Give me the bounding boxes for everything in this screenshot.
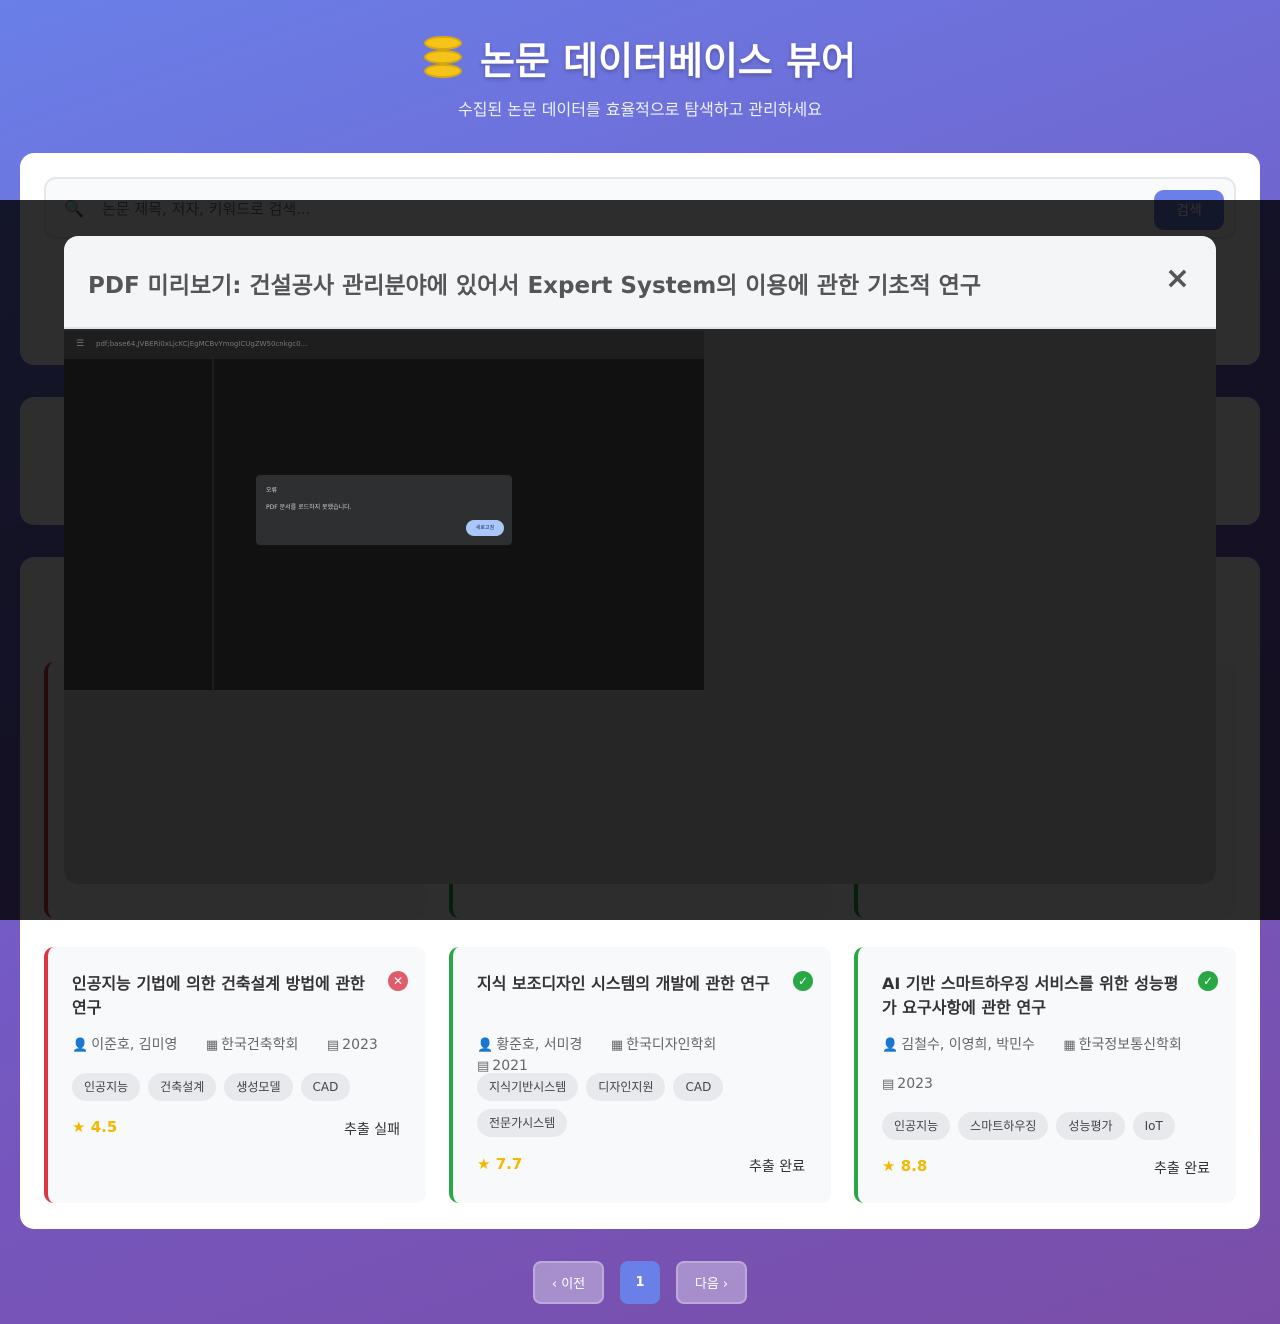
paper-meta: 👤 이준호, 김미영 ▦ 한국건축학회 ▤ 2023 (72, 1035, 412, 1056)
pdf-sidebar-divider (212, 359, 214, 690)
pdf-preview-modal: PDF 미리보기: 건설공사 관리분야에 있어서 Expert System의 … (64, 236, 1216, 884)
paper-publisher: 한국디자인학회 (626, 1037, 717, 1053)
calendar-icon: ▤ (326, 1038, 340, 1053)
tag[interactable]: 디자인지원 (586, 1073, 666, 1101)
tag[interactable]: 인공지능 (72, 1073, 141, 1101)
tag[interactable]: 성능평가 (1056, 1112, 1125, 1140)
title-row: 논문 데이터베이스 뷰어 (0, 30, 1280, 85)
paper-authors: 황준호, 서미경 (496, 1037, 583, 1053)
page-subtitle: 수집된 논문 데이터를 효율적으로 탐색하고 관리하세요 (458, 100, 822, 119)
paper-year: 2023 (897, 1076, 933, 1092)
x-circle-icon: ✕ (388, 971, 408, 991)
tag[interactable]: 인공지능 (882, 1112, 951, 1140)
paper-status: 추출 완료 (1154, 1161, 1210, 1177)
paper-rating: ★ 4.5 (72, 1118, 117, 1136)
error-dialog: 오류 PDF 문서를 로드하지 못했습니다. 새로고침 (256, 475, 512, 545)
paper-meta-year: ▤ 2023 (882, 1074, 1222, 1095)
paper-meta: 👤 김철수, 이영희, 박민수 ▦ 한국정보통신학회 (882, 1035, 1222, 1056)
star-icon: ★ (882, 1157, 896, 1175)
paper-title[interactable]: 인공지능 기법에 의한 건축설계 방법에 관한 연구 (72, 972, 372, 1020)
paper-publisher: 한국정보통신학회 (1078, 1037, 1182, 1053)
error-message: PDF 문서를 로드하지 못했습니다. (266, 504, 352, 511)
prev-page-button[interactable]: ‹ 이전 (533, 1261, 604, 1304)
tag[interactable]: CAD (300, 1073, 351, 1101)
calendar-icon: ▤ (882, 1077, 895, 1092)
star-icon: ★ (72, 1118, 86, 1136)
building-icon: ▦ (1063, 1038, 1076, 1053)
paper-title[interactable]: 지식 보조디자인 시스템의 개발에 관한 연구 (477, 972, 777, 996)
calendar-icon: ▤ (477, 1059, 490, 1074)
tag[interactable]: 지식기반시스템 (477, 1073, 579, 1101)
tag[interactable]: 건축설계 (148, 1073, 217, 1101)
close-icon[interactable]: × (1165, 264, 1190, 294)
tag[interactable]: 스마트하우징 (958, 1112, 1049, 1140)
building-icon: ▦ (610, 1038, 624, 1053)
paper-title[interactable]: AI 기반 스마트하우징 서비스를 위한 성능평가 요구사항에 관한 연구 (882, 972, 1182, 1020)
paper-status: 추출 실패 (344, 1122, 400, 1138)
paper-meta: 👤 황준호, 서미경 ▦ 한국디자인학회 ▤ 2021 (477, 1035, 817, 1077)
page-header: 논문 데이터베이스 뷰어 수집된 논문 데이터를 효율적으로 탐색하고 관리하세… (0, 0, 1280, 150)
user-icon: 👤 (477, 1038, 494, 1053)
paper-publisher: 한국건축학회 (221, 1037, 299, 1053)
paper-authors: 이준호, 김미영 (91, 1037, 178, 1053)
pagination: ‹ 이전 1 다음 › (0, 1261, 1280, 1304)
paper-year: 2023 (342, 1037, 378, 1053)
modal-header: PDF 미리보기: 건설공사 관리분야에 있어서 Expert System의 … (64, 236, 1216, 329)
paper-tags: 인공지능 건축설계 생성모델 CAD (72, 1073, 412, 1101)
paper-year: 2021 (492, 1058, 528, 1074)
user-icon: 👤 (72, 1038, 89, 1053)
paper-card[interactable]: 지식 보조디자인 시스템의 개발에 관한 연구 ✓ 👤 황준호, 서미경 ▦ 한국디… (449, 947, 831, 1203)
tag[interactable]: CAD (673, 1073, 724, 1101)
page-number-button[interactable]: 1 (620, 1261, 660, 1304)
error-title: 오류 (266, 487, 278, 494)
paper-tags: 인공지능 스마트하우징 성능평가 IoT (882, 1112, 1222, 1140)
tag[interactable]: 생성모델 (224, 1073, 293, 1101)
reload-button[interactable]: 새로고침 (466, 520, 504, 536)
building-icon: ▦ (205, 1038, 219, 1053)
paper-status: 추출 완료 (749, 1159, 805, 1175)
pdf-toolbar: ☰ pdf;base64,JVBERi0xLjcKCjEgMCBvYmogICU… (64, 331, 704, 359)
check-circle-icon: ✓ (1198, 971, 1218, 991)
modal-title: PDF 미리보기: 건설공사 관리분야에 있어서 Expert System의 … (88, 273, 982, 299)
pdf-url: pdf;base64,JVBERi0xLjcKCjEgMCBvYmogICUgZ… (96, 340, 308, 348)
paper-authors: 김철수, 이영희, 박민수 (901, 1037, 1035, 1053)
tag[interactable]: IoT (1132, 1112, 1175, 1140)
page-title: 논문 데이터베이스 뷰어 (479, 39, 857, 83)
star-icon: ★ (477, 1155, 491, 1173)
database-icon (423, 35, 462, 80)
paper-tags: 지식기반시스템 디자인지원 CAD 전문가시스템 (477, 1073, 817, 1137)
user-icon: 👤 (882, 1038, 899, 1053)
paper-card[interactable]: AI 기반 스마트하우징 서비스를 위한 성능평가 요구사항에 관한 연구 ✓ … (854, 947, 1236, 1203)
paper-card[interactable]: 인공지능 기법에 의한 건축설계 방법에 관한 연구 ✕ 👤 이준호, 김미영 ▦… (44, 947, 426, 1203)
tag[interactable]: 전문가시스템 (477, 1109, 568, 1137)
rating-value: 8.8 (900, 1157, 928, 1175)
paper-rating: ★ 7.7 (477, 1155, 522, 1173)
menu-icon[interactable]: ☰ (76, 339, 84, 349)
pdf-viewer[interactable]: ☰ pdf;base64,JVBERi0xLjcKCjEgMCBvYmogICU… (64, 331, 704, 690)
paper-rating: ★ 8.8 (882, 1157, 927, 1175)
next-page-button[interactable]: 다음 › (676, 1261, 747, 1304)
check-circle-icon: ✓ (793, 971, 813, 991)
rating-value: 4.5 (90, 1118, 118, 1136)
rating-value: 7.7 (495, 1155, 523, 1173)
